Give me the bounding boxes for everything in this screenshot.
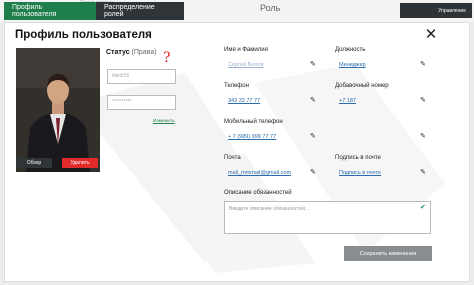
position-label: Должность	[335, 47, 366, 53]
edit-signature-icon[interactable]: ✎	[420, 168, 426, 176]
profile-modal: Профиль пользователя ✕ Обзор Удалить Ста…	[4, 22, 470, 282]
question-mark-annotation: ?	[163, 50, 171, 66]
close-icon[interactable]: ✕	[423, 27, 439, 43]
position-value: Менеджер	[339, 62, 366, 68]
tab-roles[interactable]: Распределение ролей	[96, 2, 184, 20]
edit-phone-icon[interactable]: ✎	[310, 96, 316, 104]
duties-label: Описание обязанностей	[224, 190, 292, 196]
phone-label: Телефон	[224, 83, 249, 89]
edit-mobile-icon[interactable]: ✎	[310, 132, 316, 140]
ext-value: +7 187	[339, 98, 356, 104]
upload-photo-button[interactable]: Обзор	[16, 158, 52, 168]
delete-photo-button[interactable]: Удалить	[62, 158, 98, 168]
background-role-label: Роль	[260, 3, 281, 13]
duties-textarea[interactable]: Введите описание обязанностей...	[224, 201, 431, 234]
save-changes-button[interactable]: Сохранить изменения	[344, 246, 432, 261]
edit-extra-icon[interactable]: ✎	[420, 132, 426, 140]
user-photo	[16, 48, 100, 172]
status-rights: (Права)	[131, 49, 157, 56]
mobile-value: + 7 (989) 999 77 77	[228, 134, 277, 140]
edit-position-icon[interactable]: ✎	[420, 60, 426, 68]
status-label: Статус (Права)	[106, 49, 157, 56]
login-input[interactable]: Ивл555	[107, 69, 176, 84]
edit-email-icon[interactable]: ✎	[310, 168, 316, 176]
edit-ext-icon[interactable]: ✎	[420, 96, 426, 104]
signature-label: Подпись в почте	[335, 155, 381, 161]
status-title: Статус	[106, 49, 130, 56]
check-icon: ✔	[420, 204, 426, 211]
tab-profile[interactable]: Профиль пользователя	[4, 2, 96, 20]
signature-value: Подпись в почте	[339, 170, 382, 176]
tab-bar: Профиль пользователя Распределение ролей	[4, 2, 184, 20]
background-manage-button[interactable]: Управление	[400, 3, 472, 18]
modal-title: Профиль пользователя	[15, 29, 152, 41]
email-label: Почта	[224, 155, 241, 161]
password-input[interactable]: **********	[107, 95, 176, 110]
edit-password-link[interactable]: Изменить	[153, 119, 175, 124]
mobile-label: Мобильный телефон	[224, 119, 283, 125]
phone-value: 343 33 77 77	[228, 98, 261, 104]
name-value: Сергей Белов	[228, 62, 264, 68]
name-label: Имя и Фамилия	[224, 47, 268, 53]
email-value: mail_mmmail@gmail.com	[228, 170, 292, 176]
ext-label: Добавочный номер	[335, 83, 389, 89]
edit-name-icon[interactable]: ✎	[310, 60, 316, 68]
